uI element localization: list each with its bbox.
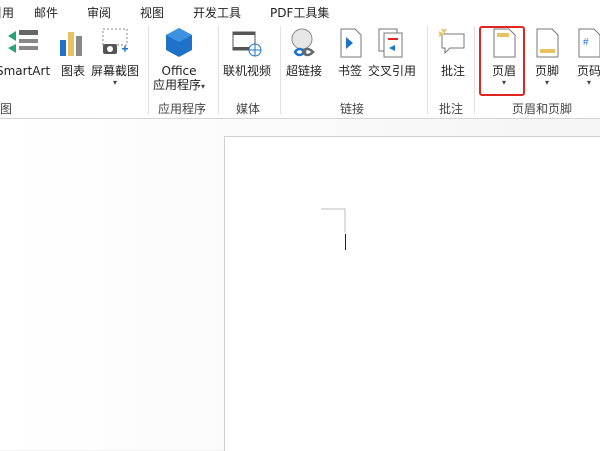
footer-label: 页脚 — [534, 64, 559, 78]
chart-button[interactable]: 图表 — [56, 26, 90, 96]
chart-icon — [56, 26, 90, 60]
header-highlight-box — [479, 26, 525, 96]
group-separator — [427, 26, 428, 114]
bookmark-label: 书签 — [337, 64, 362, 78]
group-separator — [280, 26, 281, 114]
hyperlink-icon — [287, 26, 321, 60]
document-page[interactable] — [224, 136, 600, 451]
office-apps-label-line2: 应用程序▾ — [153, 78, 206, 92]
tab-mailings[interactable]: 邮件 — [34, 4, 58, 21]
group-label-apps: 应用程序 — [158, 102, 207, 116]
group-label-media: 媒体 — [236, 102, 261, 116]
tab-developer[interactable]: 开发工具 — [193, 4, 241, 21]
office-apps-label: Office — [161, 64, 197, 78]
tab-view[interactable]: 视图 — [140, 4, 164, 21]
comment-button[interactable]: 批注 — [436, 26, 470, 96]
text-cursor — [345, 234, 346, 250]
office-apps-button[interactable]: Office 应用程序▾ — [153, 26, 205, 96]
office-apps-dropdown-icon: ▾ — [201, 82, 206, 91]
chart-label: 图表 — [60, 64, 85, 78]
online-video-icon — [230, 26, 264, 60]
tab-references[interactable]: 引用 — [0, 4, 14, 21]
group-label-comments: 批注 — [439, 102, 464, 116]
svg-text:#: # — [583, 37, 589, 48]
bookmark-button[interactable]: 书签 — [333, 26, 367, 96]
group-label-links: 链接 — [340, 102, 365, 116]
screenshot-label: 屏幕截图 — [91, 64, 140, 78]
footer-dropdown-icon: ▾ — [544, 78, 549, 87]
bookmark-icon — [333, 26, 367, 60]
online-video-button[interactable]: 联机视频 — [223, 26, 271, 96]
cross-reference-button[interactable]: 交叉引用 — [368, 26, 416, 96]
smartart-button[interactable]: SmartArt — [0, 26, 50, 96]
smartart-icon — [6, 26, 40, 60]
page-number-dropdown-icon: ▾ — [586, 78, 591, 87]
page-number-label: 页码 — [576, 64, 600, 78]
ribbon-tabs: 引用 邮件 审阅 视图 开发工具 PDF工具集 — [0, 0, 600, 22]
group-separator — [218, 26, 219, 114]
margin-marks — [321, 208, 346, 232]
hyperlink-label: 超链接 — [286, 64, 323, 78]
group-separator — [148, 26, 149, 114]
online-video-label: 联机视频 — [223, 64, 272, 78]
comment-icon — [436, 26, 470, 60]
group-separator — [474, 26, 475, 114]
smartart-label: SmartArt — [0, 64, 51, 78]
group-label-header-footer: 页眉和页脚 — [512, 102, 573, 116]
page-number-button[interactable]: # 页码 ▾ — [572, 26, 600, 96]
tab-review[interactable]: 审阅 — [87, 4, 111, 21]
screenshot-button[interactable]: 屏幕截图 ▾ — [91, 26, 139, 96]
cross-reference-label: 交叉引用 — [368, 64, 417, 78]
screenshot-dropdown-icon: ▾ — [113, 78, 118, 87]
comment-label: 批注 — [440, 64, 465, 78]
cross-reference-icon — [375, 26, 409, 60]
page-number-icon: # — [572, 26, 600, 60]
footer-button[interactable]: 页脚 ▾ — [530, 26, 564, 96]
screenshot-icon — [98, 26, 132, 60]
group-label-illustrations: 插图 — [0, 102, 13, 116]
footer-icon — [530, 26, 564, 60]
office-apps-icon — [162, 26, 196, 60]
hyperlink-button[interactable]: 超链接 — [286, 26, 322, 96]
tab-pdf-tools[interactable]: PDF工具集 — [270, 4, 329, 21]
